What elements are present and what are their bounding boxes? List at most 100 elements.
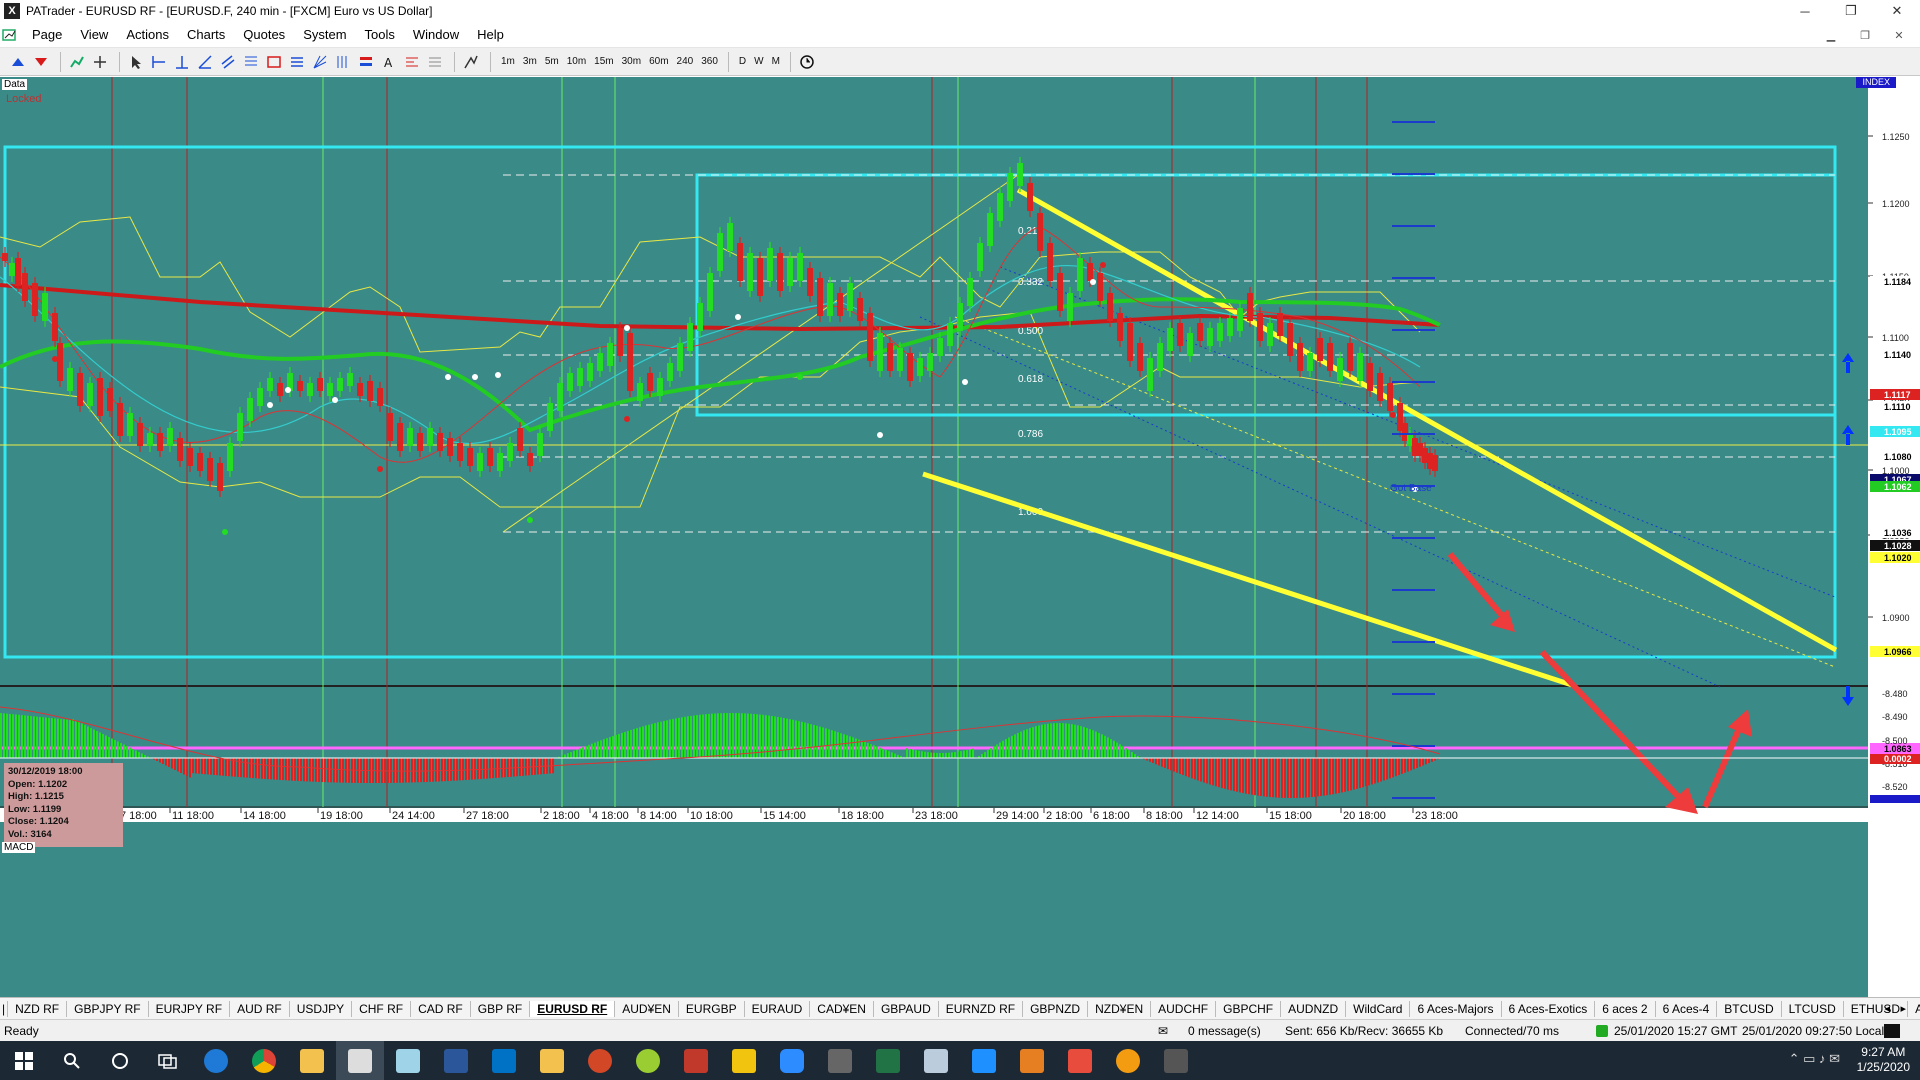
app-chart-icon[interactable] <box>912 1041 960 1080</box>
symbol-tab[interactable]: GBP RF <box>471 1000 531 1017</box>
symbol-tab[interactable]: AUDNZD <box>1281 1000 1347 1017</box>
symbol-tab[interactable]: EURNZD RF <box>939 1000 1024 1017</box>
timeframe-15m[interactable]: 15m <box>594 56 613 67</box>
notepad-icon[interactable] <box>384 1041 432 1080</box>
timeframe-w[interactable]: W <box>754 56 763 67</box>
symbol-tab[interactable]: CAD¥EN <box>810 1000 874 1017</box>
timeframe-360[interactable]: 360 <box>701 56 718 67</box>
mdi-minimize-button[interactable]: ▁ <box>1814 26 1848 44</box>
symbol-tab[interactable]: 6 aces 2 <box>1595 1000 1656 1017</box>
status-messages[interactable]: 0 message(s) <box>1188 1024 1261 1038</box>
levels-icon[interactable] <box>287 52 307 72</box>
cycle-icon[interactable] <box>333 52 353 72</box>
menu-quotes[interactable]: Quotes <box>234 27 294 42</box>
system-tray[interactable]: ⌃ ▭ ♪ ✉ <box>1789 1051 1840 1067</box>
paint-icon[interactable] <box>1008 1041 1056 1080</box>
chart-icon[interactable] <box>67 52 87 72</box>
indicator-icon[interactable] <box>461 52 481 72</box>
chrome-icon[interactable] <box>240 1041 288 1080</box>
timeframe-10m[interactable]: 10m <box>567 56 586 67</box>
app-red-icon[interactable] <box>672 1041 720 1080</box>
symbol-tab[interactable]: CHF RF <box>352 1000 412 1017</box>
symbol-tab[interactable]: 6 Aces-Majors <box>1410 1000 1502 1017</box>
outlook-icon[interactable] <box>480 1041 528 1080</box>
cortana-icon[interactable] <box>96 1041 144 1080</box>
timeframe-240[interactable]: 240 <box>677 56 694 67</box>
close-button[interactable]: ✕ <box>1874 0 1920 22</box>
symbol-tab[interactable]: GBPCHF <box>1216 1000 1282 1017</box>
file-explorer-icon[interactable] <box>288 1041 336 1080</box>
sell-icon[interactable] <box>31 52 51 72</box>
symbol-tab[interactable]: EURAUD <box>745 1000 811 1017</box>
symbol-tab[interactable]: EURUSD RF <box>530 1000 616 1017</box>
grid-icon[interactable] <box>425 52 445 72</box>
minimize-button[interactable]: ─ <box>1782 0 1828 22</box>
zoom-icon[interactable] <box>768 1041 816 1080</box>
symbol-tab[interactable]: WildCard <box>1346 1000 1411 1017</box>
menu-view[interactable]: View <box>71 27 117 42</box>
menu-system[interactable]: System <box>294 27 355 42</box>
timeframe-3m[interactable]: 3m <box>523 56 537 67</box>
symbol-tab[interactable]: NZD¥EN <box>1088 1000 1152 1017</box>
symbol-tab[interactable]: AUD¥EN <box>615 1000 679 1017</box>
symbol-tab[interactable]: EURJPY RF <box>149 1000 231 1017</box>
hline-icon[interactable] <box>149 52 169 72</box>
symbol-tab[interactable]: BTCUSD <box>1717 1000 1782 1017</box>
powerpoint-icon[interactable] <box>576 1041 624 1080</box>
fan-icon[interactable] <box>310 52 330 72</box>
menu-help[interactable]: Help <box>468 27 513 42</box>
list-icon[interactable] <box>402 52 422 72</box>
vline-icon[interactable] <box>172 52 192 72</box>
menu-tools[interactable]: Tools <box>356 27 404 42</box>
symbol-tab[interactable]: GBPNZD <box>1023 1000 1089 1017</box>
tabs-next-arrow[interactable]: ▸ <box>1900 1002 1906 1015</box>
app-orange-icon[interactable] <box>1104 1041 1152 1080</box>
symbol-tab[interactable]: LTCUSD <box>1782 1000 1844 1017</box>
symbol-tab[interactable]: AUDCHF <box>1151 1000 1217 1017</box>
clock-icon[interactable] <box>797 52 817 72</box>
symbol-tab[interactable]: NZD RF <box>8 1000 68 1017</box>
windows-start-icon[interactable] <box>0 1041 48 1080</box>
mdi-close-button[interactable]: ✕ <box>1882 26 1916 44</box>
edge-icon[interactable] <box>192 1041 240 1080</box>
price-chart[interactable]: 0.2140.3820.5000.6180.7861.000Got Base1.… <box>0 77 1920 997</box>
symbol-tab[interactable]: AUD RF <box>230 1000 290 1017</box>
resize-grip-icon[interactable] <box>1884 1024 1900 1038</box>
symbol-tab[interactable]: USDJPY <box>290 1000 353 1017</box>
symbol-tab[interactable]: 6 Aces-4 <box>1656 1000 1718 1017</box>
buy-icon[interactable] <box>8 52 28 72</box>
symbol-tab[interactable]: EURGBP <box>679 1000 745 1017</box>
timeframe-d[interactable]: D <box>739 56 746 67</box>
app-blue-icon[interactable] <box>960 1041 1008 1080</box>
pointer-icon[interactable] <box>126 52 146 72</box>
channel-icon[interactable] <box>218 52 238 72</box>
patrader-icon[interactable] <box>336 1041 384 1080</box>
mdi-restore-button[interactable]: ❐ <box>1848 26 1882 44</box>
word-icon[interactable] <box>432 1041 480 1080</box>
chart-area[interactable]: 0.214 0.382 0.500 0.618 0.786 1.000 Got Base 1.… <box>0 77 1920 997</box>
menu-actions[interactable]: Actions <box>117 27 178 42</box>
tabs-scroll-left[interactable]: | <box>0 1000 9 1017</box>
task-view-icon[interactable] <box>144 1041 192 1080</box>
app-yellow-icon[interactable] <box>720 1041 768 1080</box>
mail-icon[interactable]: ✉ <box>1158 1024 1168 1038</box>
menu-charts[interactable]: Charts <box>178 27 234 42</box>
folder-icon[interactable] <box>528 1041 576 1080</box>
crosshair-icon[interactable] <box>90 52 110 72</box>
timeframe-m[interactable]: M <box>772 56 780 67</box>
timeframe-30m[interactable]: 30m <box>622 56 641 67</box>
menu-window[interactable]: Window <box>404 27 468 42</box>
symbol-tab[interactable]: 6 Aces-Exotics <box>1502 1000 1596 1017</box>
maximize-button[interactable]: ❐ <box>1828 0 1874 22</box>
ninja-icon[interactable] <box>624 1041 672 1080</box>
trendline-icon[interactable] <box>195 52 215 72</box>
symbol-tab[interactable]: GBPJPY RF <box>67 1000 149 1017</box>
symbol-tab[interactable]: ETHUSD <box>1844 1000 1909 1017</box>
timeframe-60m[interactable]: 60m <box>649 56 668 67</box>
app-gray-icon[interactable] <box>1152 1041 1200 1080</box>
bars-icon[interactable] <box>356 52 376 72</box>
timeframe-1m[interactable]: 1m <box>501 56 515 67</box>
text-icon[interactable]: A <box>379 52 399 72</box>
box-icon[interactable] <box>264 52 284 72</box>
taskbar-clock[interactable]: 9:27 AM 1/25/2020 <box>1857 1045 1910 1075</box>
